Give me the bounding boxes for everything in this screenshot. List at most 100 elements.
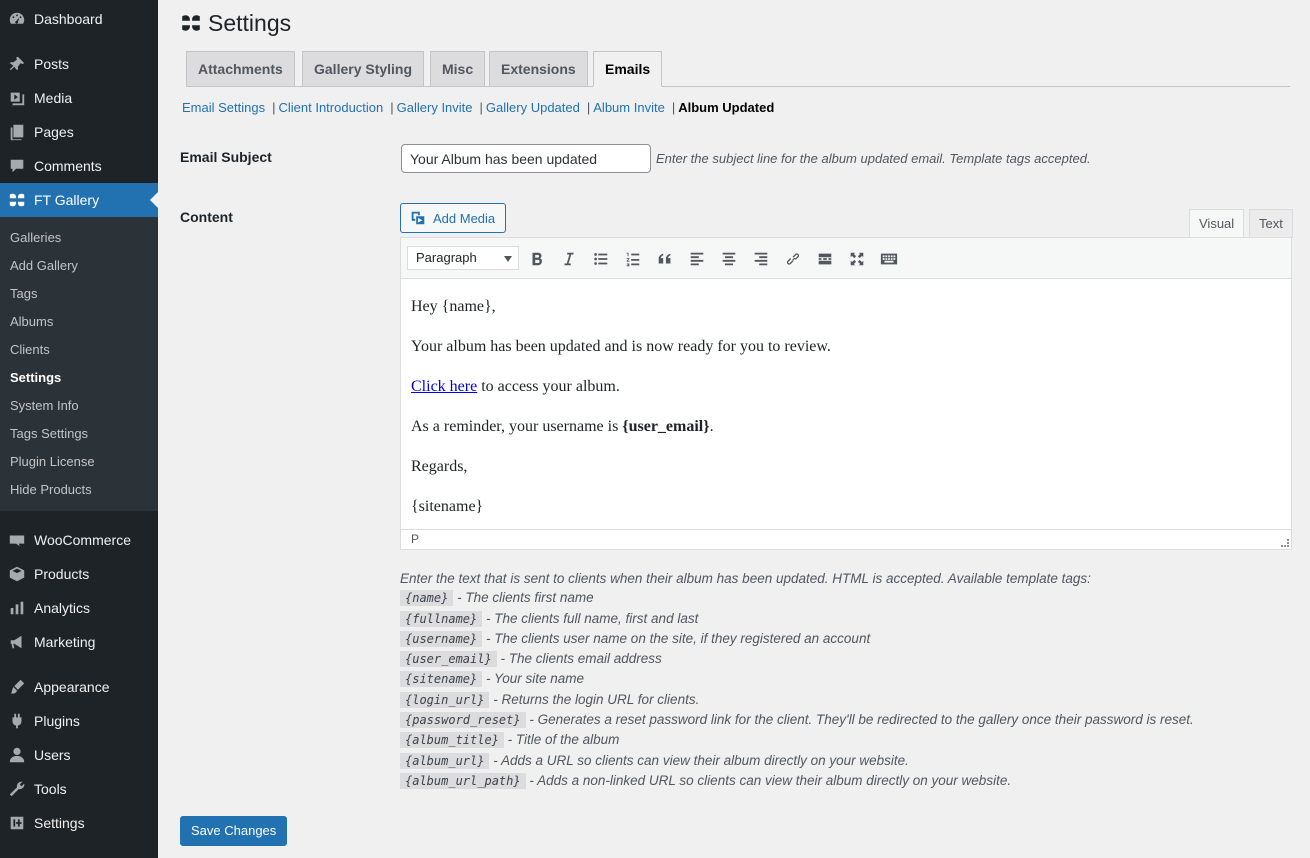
- subnav-album-invite[interactable]: Album Invite: [593, 100, 665, 115]
- email-subject-label: Email Subject: [180, 149, 272, 165]
- submenu-item-system-info[interactable]: System Info: [10, 396, 79, 416]
- pin-icon: [0, 55, 34, 73]
- align-center-button[interactable]: [716, 246, 742, 272]
- template-tag: {password_reset}: [400, 712, 526, 729]
- settings-tabs: Attachments Gallery Styling Misc Extensi…: [186, 51, 1290, 87]
- italic-button[interactable]: [556, 246, 582, 272]
- add-media-icon: [411, 211, 425, 225]
- menu-label: Comments: [34, 158, 102, 174]
- subnav-gallery-updated[interactable]: Gallery Updated: [486, 100, 580, 115]
- content-paragraph: Hey {name},: [411, 298, 496, 315]
- align-right-button[interactable]: [748, 246, 774, 272]
- menu-label: Plugins: [34, 713, 80, 729]
- template-tag: {album_title}: [400, 732, 504, 749]
- align-left-icon: [690, 252, 704, 266]
- plug-icon: [0, 712, 34, 730]
- menu-item-users[interactable]: Users: [0, 738, 158, 772]
- keyboard-icon: [880, 253, 898, 265]
- pages-icon: [0, 123, 34, 141]
- ft-gallery-icon: [0, 191, 34, 209]
- submenu-item-galleries[interactable]: Galleries: [10, 228, 61, 248]
- template-tag: {username}: [400, 630, 483, 647]
- menu-item-media[interactable]: Media: [0, 81, 158, 115]
- read-more-icon: [818, 253, 832, 265]
- submenu-item-albums[interactable]: Albums: [10, 312, 53, 332]
- menu-item-tools[interactable]: Tools: [0, 772, 158, 806]
- submenu-item-tags[interactable]: Tags: [10, 284, 37, 304]
- tag-row: {login_url} - Returns the login URL for …: [400, 690, 1300, 710]
- submenu-item-settings[interactable]: Settings: [10, 368, 61, 388]
- add-media-label: Add Media: [433, 210, 496, 226]
- menu-item-comments[interactable]: Comments: [0, 149, 158, 183]
- products-icon: [0, 565, 34, 583]
- editor-toolbar: Paragraph: [401, 238, 1291, 279]
- email-subject-input[interactable]: [401, 144, 651, 173]
- menu-item-dashboard[interactable]: Dashboard: [0, 2, 158, 36]
- numbered-list-icon: [626, 252, 640, 267]
- resize-handle-icon[interactable]: [1281, 539, 1289, 547]
- align-left-button[interactable]: [684, 246, 710, 272]
- format-select-value: Paragraph: [416, 250, 477, 265]
- read-more-button[interactable]: [812, 246, 838, 272]
- content-paragraph: Regards,: [411, 458, 468, 475]
- visual-tab[interactable]: Visual: [1189, 209, 1245, 238]
- text-tab[interactable]: Text: [1249, 209, 1293, 238]
- tab-extensions[interactable]: Extensions: [489, 51, 588, 87]
- insert-link-button[interactable]: [780, 246, 806, 272]
- ft-gallery-submenu: Galleries Add Gallery Tags Albums Client…: [0, 217, 158, 511]
- brush-icon: [0, 678, 34, 696]
- template-tag: {album_url}: [400, 752, 490, 769]
- content-paragraph: {sitename}: [411, 498, 484, 515]
- save-changes-button[interactable]: Save Changes: [180, 816, 288, 846]
- editor-content-area[interactable]: Hey {name}, Your album has been updated …: [401, 280, 1291, 528]
- tab-misc[interactable]: Misc: [430, 51, 486, 87]
- tab-gallery-styling[interactable]: Gallery Styling: [302, 51, 425, 87]
- menu-item-appearance[interactable]: Appearance: [0, 670, 158, 704]
- help-intro: Enter the text that is sent to clients w…: [400, 571, 1091, 586]
- user-email-tag: {user_email}: [622, 418, 710, 435]
- tab-attachments[interactable]: Attachments: [186, 51, 295, 87]
- subnav-gallery-invite[interactable]: Gallery Invite: [397, 100, 473, 115]
- toolbar-toggle-button[interactable]: [876, 246, 902, 272]
- content-editor: Paragraph Hey {name}, Your album has bee…: [400, 237, 1292, 550]
- email-subnav: Email Settings | Client Introduction | Galle…: [182, 100, 775, 115]
- menu-item-plugins[interactable]: Plugins: [0, 704, 158, 738]
- menu-item-marketing[interactable]: Marketing: [0, 625, 158, 659]
- submenu-item-plugin-license[interactable]: Plugin License: [10, 452, 95, 472]
- page-title-text: Settings: [208, 10, 292, 36]
- bold-button[interactable]: [524, 246, 550, 272]
- subnav-email-settings[interactable]: Email Settings: [182, 100, 265, 115]
- template-tags-help: Enter the text that is sent to clients w…: [400, 569, 1300, 791]
- submenu-item-add-gallery[interactable]: Add Gallery: [10, 256, 78, 276]
- menu-label: Products: [34, 566, 90, 582]
- submenu-item-hide-products[interactable]: Hide Products: [10, 480, 92, 500]
- blockquote-button[interactable]: [652, 246, 678, 272]
- editor-status-bar: P: [401, 529, 1291, 549]
- menu-item-pages[interactable]: Pages: [0, 115, 158, 149]
- fullscreen-button[interactable]: [844, 246, 870, 272]
- menu-item-woocommerce[interactable]: WooCommerce: [0, 523, 158, 557]
- align-right-icon: [754, 252, 768, 266]
- add-media-button[interactable]: Add Media: [400, 203, 507, 233]
- submenu-item-clients[interactable]: Clients: [10, 340, 50, 360]
- subnav-client-introduction[interactable]: Client Introduction: [278, 100, 383, 115]
- menu-item-analytics[interactable]: Analytics: [0, 591, 158, 625]
- user-icon: [0, 746, 34, 764]
- tag-row: {fullname} - The clients full name, firs…: [400, 609, 1300, 629]
- menu-item-products[interactable]: Products: [0, 557, 158, 591]
- element-path[interactable]: P: [411, 532, 419, 546]
- settings-icon: [0, 814, 34, 832]
- menu-item-settings[interactable]: Settings: [0, 806, 158, 840]
- ft-gallery-icon: [180, 12, 204, 36]
- tab-emails[interactable]: Emails: [593, 51, 663, 87]
- menu-label: FT Gallery: [34, 192, 100, 208]
- submenu-item-tags-settings[interactable]: Tags Settings: [10, 424, 88, 444]
- main-content: Settings Attachments Gallery Styling Mis…: [158, 0, 1310, 858]
- numbered-list-button[interactable]: [620, 246, 646, 272]
- menu-item-ft-gallery[interactable]: FT Gallery: [0, 183, 158, 217]
- bulleted-list-button[interactable]: [588, 246, 614, 272]
- click-here-link[interactable]: Click here: [411, 378, 477, 395]
- format-select[interactable]: Paragraph: [407, 246, 519, 270]
- template-tag: {sitename}: [400, 671, 483, 688]
- menu-item-posts[interactable]: Posts: [0, 47, 158, 81]
